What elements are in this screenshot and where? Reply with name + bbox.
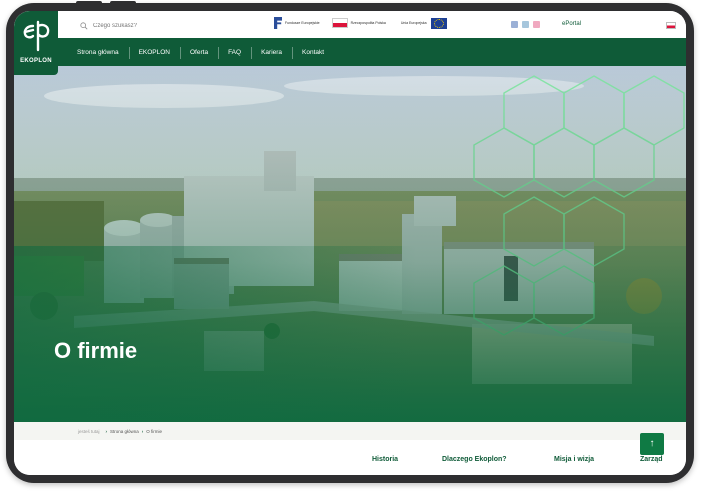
tab-dlaczego-ekoplon[interactable]: Dlaczego Ekoplon?: [442, 456, 507, 463]
hero-banner: O firmie: [14, 66, 686, 422]
top-bar: Fundusze Europejskie Rzeczpospolita Pols…: [14, 11, 686, 38]
section-tabs: Historia Dlaczego Ekoplon? Misja i wizja…: [14, 440, 686, 475]
language-flag-icon[interactable]: [666, 22, 676, 29]
breadcrumb-item-home[interactable]: Strona główna: [110, 429, 139, 434]
tablet-frame: Fundusze Europejskie Rzeczpospolita Pols…: [6, 1, 694, 483]
device-button: [110, 1, 136, 5]
breadcrumb-item-current: O firmie: [146, 429, 163, 434]
social-links: [511, 21, 544, 28]
rzeczpospolita-polska-logo: Rzeczpospolita Polska: [331, 18, 386, 28]
site-logo[interactable]: EKOPLON: [14, 11, 58, 75]
nav-item-strona-glowna[interactable]: Strona główna: [67, 49, 129, 56]
polish-flag-icon: [331, 18, 348, 28]
breadcrumb: jesteś tutaj › Strona główna › O firmie: [14, 422, 686, 440]
hero-image: [14, 66, 686, 422]
nav-item-ekoplon[interactable]: EKOPLON: [128, 46, 180, 59]
eportal-link[interactable]: ePortal: [562, 21, 581, 27]
breadcrumb-lead: jesteś tutaj: [78, 429, 100, 434]
page-title: O firmie: [54, 338, 138, 363]
unia-europejska-logo: Unia Europejska: [398, 17, 447, 29]
ekoplon-logo-icon: [23, 20, 50, 52]
instagram-icon[interactable]: [533, 21, 540, 28]
eu-funding-logos: Fundusze Europejskie Rzeczpospolita Pols…: [274, 17, 447, 29]
logo-caption: Unia Europejska: [400, 21, 427, 25]
nav-item-faq[interactable]: FAQ: [218, 46, 251, 59]
logo-caption: Fundusze Europejskie: [285, 21, 320, 25]
eu-flag-icon: [430, 17, 447, 29]
tab-zarzad[interactable]: Zarząd: [640, 456, 663, 463]
fundusze-europejskie-logo: Fundusze Europejskie: [274, 17, 320, 29]
search-icon: [80, 22, 88, 30]
brand-name: EKOPLON: [20, 58, 52, 64]
main-navigation: Strona główna EKOPLON Oferta FAQ Kariera…: [14, 38, 686, 66]
device-button: [76, 1, 102, 5]
nav-item-kontakt[interactable]: Kontakt: [292, 46, 334, 59]
logo-caption: Rzeczpospolita Polska: [350, 21, 386, 25]
tab-historia[interactable]: Historia: [372, 456, 398, 463]
tab-misja-i-wizja[interactable]: Misja i wizja: [554, 456, 594, 463]
search-bar[interactable]: [80, 20, 213, 32]
linkedin-icon[interactable]: [522, 21, 529, 28]
fe-logo-icon: [274, 17, 282, 29]
chevron-right-icon: ›: [141, 429, 144, 434]
facebook-icon[interactable]: [511, 21, 518, 28]
search-input[interactable]: [93, 23, 213, 29]
chevron-right-icon: ›: [105, 429, 108, 434]
nav-item-kariera[interactable]: Kariera: [251, 46, 292, 59]
nav-item-oferta[interactable]: Oferta: [180, 46, 218, 59]
back-to-top-button[interactable]: ↑: [640, 433, 664, 455]
browser-viewport: Fundusze Europejskie Rzeczpospolita Pols…: [14, 11, 686, 475]
